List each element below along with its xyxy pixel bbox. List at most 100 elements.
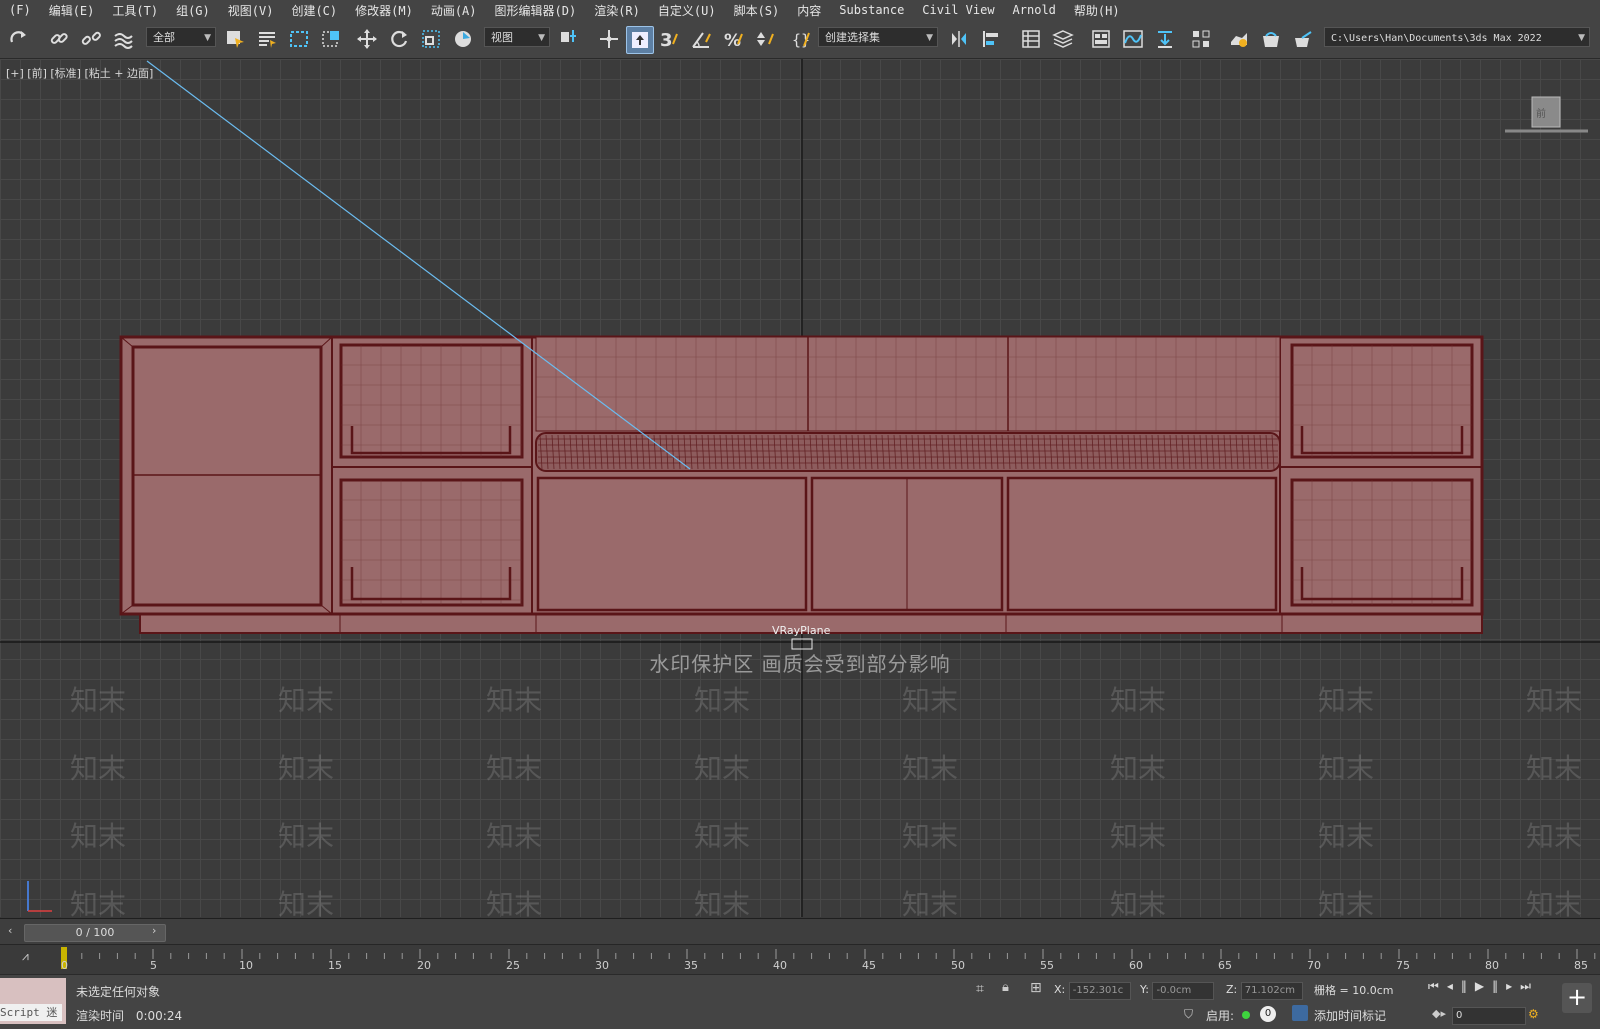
render-time-value: 0:00:24	[135, 1009, 183, 1023]
named-selection-set-select[interactable]: 创建选择集 ▼	[818, 27, 938, 47]
select-object-icon[interactable]	[222, 26, 248, 52]
timeline-tick-label: 15	[328, 959, 342, 972]
menu-item-14[interactable]: Civil View	[913, 3, 1003, 17]
absolute-mode-icon[interactable]: ⊞	[1030, 980, 1042, 996]
render-time-label: 渲染时间	[76, 1009, 125, 1023]
watermark-text: 知末	[278, 820, 335, 853]
rectangular-selection-icon[interactable]	[286, 26, 312, 52]
play-icon[interactable]: ▶	[1475, 979, 1492, 993]
watermark-text: 知末	[1110, 820, 1167, 853]
render-setup-icon[interactable]	[1226, 26, 1252, 52]
watermark-text: 知末	[1110, 684, 1167, 717]
menu-item-12[interactable]: 内容	[788, 2, 830, 19]
lock-icon[interactable]: 🔒︎	[1002, 980, 1009, 995]
track-bar[interactable]: ⩘ 0 5 10 15 20 25 30 35 40 45 50 55 60 65 70 75 80 85	[0, 944, 1600, 975]
select-by-name-icon[interactable]	[254, 26, 280, 52]
menu-item-6[interactable]: 修改器(M)	[346, 2, 422, 19]
mirror-icon[interactable]	[946, 26, 972, 52]
x-field[interactable]: -152.301c	[1068, 982, 1131, 1000]
vrayplane-label: VRayPlane	[772, 624, 831, 637]
menu-item-2[interactable]: 工具(T)	[103, 2, 167, 19]
shield-icon[interactable]: ⛉	[1184, 1007, 1193, 1022]
pivot-center-icon[interactable]	[556, 26, 582, 52]
time-tag-icon[interactable]	[1292, 1005, 1308, 1021]
window-crossing-icon[interactable]	[318, 26, 344, 52]
watermark-text: 知末	[694, 752, 751, 785]
toggle-ribbon-icon[interactable]	[1088, 26, 1114, 52]
reference-coordinate-select[interactable]: 视图 ▼	[484, 27, 550, 47]
viewport-label[interactable]: [+] [前] [标准] [粘土 + 边面]	[6, 65, 153, 81]
watermark-text: 知末	[1318, 820, 1375, 853]
menu-item-15[interactable]: Arnold	[1004, 3, 1065, 17]
link-icon[interactable]	[46, 26, 72, 52]
scale-icon[interactable]	[418, 26, 444, 52]
go-to-start-icon[interactable]: ⏮	[1428, 979, 1447, 993]
watermark-text: 知末	[1318, 888, 1375, 917]
render-production-icon[interactable]	[1290, 26, 1316, 52]
watermark-text: 知末	[1110, 752, 1167, 785]
bind-space-warp-icon[interactable]	[110, 26, 136, 52]
align-icon[interactable]	[978, 26, 1004, 52]
time-slider-next-icon[interactable]: ›	[152, 924, 156, 937]
isolate-selection-icon[interactable]: ⌗	[976, 981, 984, 997]
rotate-icon[interactable]	[386, 26, 412, 52]
menu-item-4[interactable]: 视图(V)	[219, 2, 283, 19]
keyboard-shortcut-override-icon[interactable]	[626, 26, 654, 54]
add-time-tag[interactable]: 添加时间标记	[1314, 1007, 1386, 1024]
schematic-view-icon[interactable]	[1152, 26, 1178, 52]
menu-item-5[interactable]: 创建(C)	[282, 2, 346, 19]
go-to-end-icon[interactable]: ⏭	[1520, 979, 1539, 993]
y-field[interactable]: -0.0cm	[1152, 982, 1215, 1000]
reference-coordinate-value: 视图	[491, 31, 513, 44]
selection-info: 未选定任何对象	[76, 985, 161, 999]
time-config-icon[interactable]: ⚙	[1528, 1007, 1539, 1021]
redo-icon[interactable]	[6, 26, 32, 52]
selection-filter-select[interactable]: 全部 ▼	[146, 27, 216, 47]
front-viewport[interactable]: [+] [前] [标准] [粘土 + 边面] 前 VRayPlane 水印保护区…	[0, 59, 1600, 917]
menu-item-9[interactable]: 渲染(R)	[585, 2, 649, 19]
rendered-frame-window-icon[interactable]	[1258, 26, 1284, 52]
curve-editor-icon[interactable]	[1120, 26, 1146, 52]
menu-item-1[interactable]: 编辑(E)	[40, 2, 104, 19]
watermark-text: 知末	[1318, 684, 1375, 717]
layer-explorer-icon[interactable]	[1050, 26, 1076, 52]
watermark-text: 知末	[902, 888, 959, 917]
key-mode-icon[interactable]: ◆▸	[1432, 1007, 1446, 1020]
scene-explorer-icon[interactable]	[1018, 26, 1044, 52]
project-folder-select[interactable]: C:\Users\Han\Documents\3ds Max 2022 ▼	[1324, 27, 1590, 47]
move-icon[interactable]	[354, 26, 380, 52]
timeline-tick-label: 30	[595, 959, 609, 972]
menu-item-13[interactable]: Substance	[830, 3, 913, 17]
z-field[interactable]: 71.102cm	[1240, 982, 1303, 1000]
edit-named-selection-icon[interactable]: {}	[788, 26, 814, 52]
viewcube-label[interactable]: 前	[1536, 105, 1546, 120]
menu-item-16[interactable]: 帮助(H)	[1065, 2, 1129, 19]
time-slider-prev-icon[interactable]: ‹	[8, 924, 12, 937]
next-frame-icon[interactable]: ‖▸	[1492, 979, 1520, 993]
menu-item-11[interactable]: 脚本(S)	[725, 2, 789, 19]
select-and-manipulate-icon[interactable]	[596, 26, 622, 52]
menu-item-8[interactable]: 图形编辑器(D)	[486, 2, 586, 19]
place-icon[interactable]	[450, 26, 476, 52]
snaps-toggle-icon[interactable]: 3	[656, 26, 682, 52]
spinner-snap-icon[interactable]	[752, 26, 778, 52]
material-editor-icon[interactable]	[1188, 26, 1214, 52]
menu-item-7[interactable]: 动画(A)	[422, 2, 486, 19]
watermark-text: 知末	[278, 752, 335, 785]
maxscript-listener[interactable]: Script 迷	[0, 978, 66, 1024]
menu-item-3[interactable]: 组(G)	[167, 2, 219, 19]
z-coordinate: Z: 71.102cm	[1226, 982, 1303, 1000]
selection-filter-value: 全部	[153, 31, 175, 44]
current-frame-field[interactable]: 0	[1452, 1007, 1526, 1025]
percent-snap-icon[interactable]: %	[720, 26, 746, 52]
menu-item-10[interactable]: 自定义(U)	[649, 2, 725, 19]
timeline-tick-label: 40	[773, 959, 787, 972]
angle-snap-icon[interactable]	[688, 26, 714, 52]
zoom-extents-icon[interactable]: +	[1562, 983, 1592, 1013]
unlink-icon[interactable]	[78, 26, 104, 52]
previous-frame-icon[interactable]: ◂‖	[1447, 979, 1475, 993]
main-toolbar: 全部 ▼ 视图 ▼ 3 % {} 创建选择集 ▼ C:\Users\Han\Do…	[0, 20, 1600, 59]
menu-item-0[interactable]: (F)	[0, 3, 40, 17]
time-slider[interactable]: 0 / 100	[24, 924, 166, 942]
timeline-tick-label: 45	[862, 959, 876, 972]
